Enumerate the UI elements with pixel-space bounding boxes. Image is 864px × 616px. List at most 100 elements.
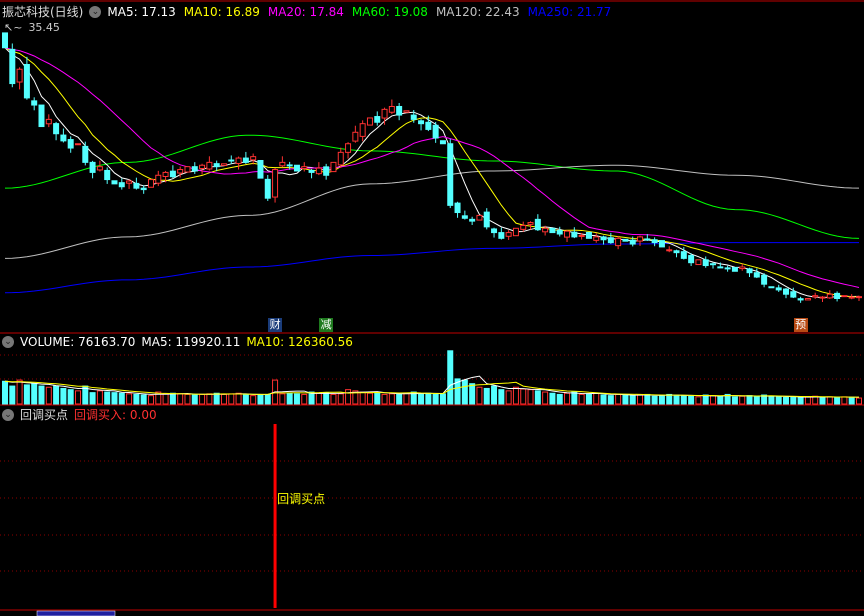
volume-bar [439,393,446,405]
candle-body [432,124,439,139]
candle-body [374,116,381,123]
volume-bar [717,395,724,405]
candle-body [257,159,264,179]
chevron-down-icon[interactable]: ⌄ [89,5,102,18]
volume-bar [666,393,673,405]
volume-bar [783,396,790,405]
volume-bar [731,396,738,405]
volume-bar [644,393,651,405]
candle-body [491,228,498,234]
candle-body [315,167,322,175]
volume-bar [337,393,344,405]
volume-bar [556,393,563,405]
candle-body [53,123,60,135]
volume-bar [790,396,797,405]
volume-bar [797,396,804,405]
candle-body [585,231,592,239]
candle-body [199,164,206,169]
volume-bar [264,393,271,405]
candle-body [783,288,790,295]
volume-bar [826,396,833,405]
volume-bar [315,392,322,405]
candle-body [483,211,490,228]
volume-bar [60,387,67,405]
volume-bar [673,394,680,405]
candle-body [629,239,636,245]
candle-body [841,295,848,298]
volume-bar [345,389,352,405]
candle-body [337,151,344,166]
volume-header: ⌄ VOLUME: 76163.70 MA5: 119920.11 MA10: … [2,335,353,349]
candle-body [637,236,644,242]
candle-body [600,236,607,241]
candle-body [439,140,446,145]
signal-label: 回调买点 [277,492,326,506]
volume-bar [293,393,300,405]
candle-body [666,249,673,252]
candle-body [184,166,191,173]
volume-ma5: MA5: 119920.11 [141,335,241,349]
chevron-down-icon[interactable]: ⌄ [2,336,14,348]
volume-bar [834,396,841,405]
volume-bar [483,387,490,405]
chevron-down-icon[interactable]: ⌄ [2,408,14,421]
candle-body [410,114,417,120]
candle-body [111,180,118,185]
volume-bar [534,390,541,405]
candle-body [607,237,614,244]
volume-bar [848,396,855,405]
ma-label-4: MA120: 22.43 [435,4,520,19]
volume-bar [403,392,410,405]
candle-body [527,222,534,225]
volume-bar [622,394,629,405]
date-axis-box [36,610,116,616]
volume-bar [520,388,527,405]
event-marker-forecast[interactable]: 预 [793,318,808,332]
price-chart [0,0,864,616]
candle-body [250,156,257,161]
candle-body [695,259,702,266]
volume-bar [228,393,235,405]
candle-body [578,234,585,237]
volume-bar [31,383,38,405]
volume-bar [819,396,826,405]
volume-bar [388,393,395,405]
volume-bar [637,394,644,405]
volume-bar [242,393,249,405]
ma-label-3: MA60: 19.08 [351,4,428,19]
volume-bar [250,395,257,405]
volume-bar [381,393,388,405]
volume-bar [104,391,111,405]
volume-bar [469,383,476,405]
volume-bar [585,393,592,405]
volume-bar [257,394,264,405]
volume-bar [9,385,16,405]
event-text: 减 [320,318,332,331]
candle-body [272,169,279,198]
volume-bar [542,391,549,405]
volume-bar [177,393,184,405]
candle-body [89,161,96,173]
candle-body [74,143,81,146]
volume-bar [527,389,534,405]
volume-bar [147,395,154,405]
volume-bar [688,395,695,405]
volume-bar [374,392,381,405]
event-marker-financial[interactable]: 财 [268,318,283,332]
ma-line-ma120 [4,164,860,259]
stock-name: 振芯科技(日线) [2,5,84,19]
candle-body [396,105,403,116]
volume-bar [710,395,717,405]
volume-bar [512,386,519,405]
candle-body [826,293,833,299]
ma-label-2: MA20: 17.84 [267,4,344,19]
candle-body [680,251,687,259]
volume-bar [191,394,198,405]
candle-body [23,64,30,99]
volume-bar [23,384,30,405]
event-marker-reduction[interactable]: 减 [319,318,334,332]
volume-bar [38,385,45,405]
candle-body [571,231,578,238]
volume-bar [804,396,811,405]
volume-bar [162,393,169,405]
